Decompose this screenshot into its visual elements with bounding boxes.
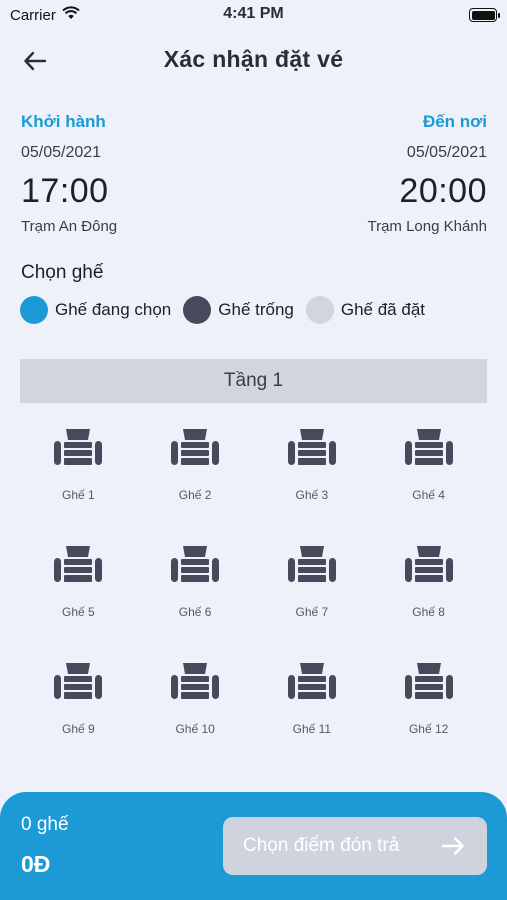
legend-dot-empty	[183, 296, 212, 324]
seat-icon	[404, 663, 453, 699]
status-bar: Carrier	[0, 0, 507, 30]
seat-icon	[404, 429, 453, 465]
arrival-date: 05/05/2021	[406, 144, 487, 161]
seat[interactable]: Ghế 5	[20, 544, 137, 635]
arrival-station: Trạm Long Khánh	[367, 218, 487, 235]
seat[interactable]: Ghế 1	[20, 427, 137, 518]
floor-label: Tầng 1	[223, 370, 284, 391]
arrow-right-icon	[441, 837, 464, 855]
seat-icon	[171, 546, 220, 582]
seat-label: Ghế 5	[62, 605, 95, 619]
legend-label: Ghế đã đặt	[340, 300, 425, 319]
seat-icon	[54, 663, 103, 699]
seat-icon	[287, 429, 336, 465]
seat-label: Ghế 1	[62, 488, 95, 502]
seat-label: Ghế 2	[178, 488, 212, 502]
total-price: 0Đ	[21, 851, 51, 877]
seat-icon	[287, 663, 336, 699]
seat-label: Ghế 10	[175, 722, 215, 736]
seat-label: Ghế 3	[295, 488, 329, 502]
seat[interactable]: Ghế 4	[370, 427, 487, 518]
seat-label: Ghế 6	[178, 605, 212, 619]
departure-label: Khởi hành	[21, 112, 106, 131]
seat-icon	[404, 546, 453, 582]
seat-label: Ghế 7	[295, 605, 329, 619]
seat-label: Ghế 11	[292, 722, 332, 736]
arrival-label: Đến nơi	[422, 112, 487, 131]
legend-label: Ghế đang chọn	[55, 300, 172, 319]
seat[interactable]: Ghế 3	[254, 427, 371, 518]
choose-pickup-button[interactable]: Chọn điểm đón trả	[223, 817, 487, 875]
booking-footer: 0 ghế 0Đ Chọn điểm đón trả	[0, 792, 507, 900]
seat[interactable]: Ghế 6	[137, 544, 254, 635]
departure-time: 17:00	[21, 172, 109, 210]
battery-icon	[469, 8, 500, 22]
seat-icon	[54, 429, 103, 465]
seat-label: Ghế 9	[62, 722, 95, 736]
departure-date: 05/05/2021	[21, 144, 102, 161]
seat-legend: Ghế đang chọn Ghế trống Ghế đã đặt	[20, 296, 437, 324]
seat-label: Ghế 4	[412, 488, 445, 502]
legend-item-selecting: Ghế đang chọn	[20, 296, 171, 324]
seat-label: Ghế 12	[408, 722, 449, 736]
seat-section-title: Chọn ghế	[21, 262, 104, 283]
seat[interactable]: Ghế 2	[137, 427, 254, 518]
seat-label: Ghế 8	[412, 605, 445, 619]
seat-icon	[171, 429, 220, 465]
header: Xác nhận đặt vé	[0, 40, 507, 80]
legend-item-empty: Ghế trống	[183, 296, 294, 324]
departure-info: Khởi hành 05/05/2021 17:00 Trạm An Đông	[21, 112, 117, 238]
seat[interactable]: Ghế 10	[137, 661, 254, 752]
floor-tab[interactable]: Tầng 1	[20, 359, 487, 403]
arrival-info: Đến nơi 05/05/2021 20:00 Trạm Long Khánh	[367, 112, 487, 238]
seat-grid: Ghế 1 Ghế 2 Ghế 3 Ghế 4 Ghế 5 Ghế 6 Ghế …	[20, 427, 487, 752]
seat[interactable]: Ghế 11	[254, 661, 371, 752]
seat[interactable]: Ghế 12	[370, 661, 487, 752]
selected-seat-count: 0 ghế	[21, 814, 69, 835]
seat-icon	[287, 546, 336, 582]
seat[interactable]: Ghế 7	[254, 544, 371, 635]
trip-info: Khởi hành 05/05/2021 17:00 Trạm An Đông …	[21, 112, 487, 242]
legend-dot-selecting	[20, 296, 48, 324]
seat-icon	[171, 663, 220, 699]
seat[interactable]: Ghế 9	[20, 661, 137, 752]
arrival-time: 20:00	[399, 172, 487, 210]
choose-pickup-label: Chọn điểm đón trả	[243, 835, 400, 856]
carrier-label: Carrier	[10, 6, 56, 24]
legend-dot-booked	[305, 296, 334, 324]
seat-icon	[54, 546, 103, 582]
page-title: Xác nhận đặt vé	[163, 46, 344, 72]
legend-item-booked: Ghế đã đặt	[305, 296, 425, 324]
seat[interactable]: Ghế 8	[370, 544, 487, 635]
wifi-icon	[62, 6, 80, 24]
departure-station: Trạm An Đông	[21, 218, 118, 235]
legend-label: Ghế trống	[218, 300, 294, 319]
